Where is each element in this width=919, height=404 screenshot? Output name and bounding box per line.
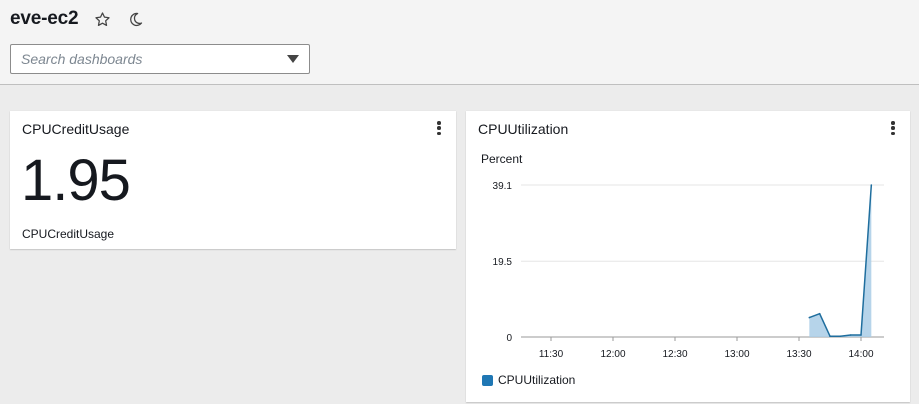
cpu-utilization-chart: 0 19.5 39.1 11:30 12:00 12:30 13:00 13:30 14:00: [493, 181, 884, 360]
legend-label: CPUUtilization: [498, 373, 576, 387]
x-tick-label: 12:30: [662, 349, 687, 360]
cpu-utilization-widget: CPUUtilization Percent 0 19.5 39.1 11:30 12:…: [466, 111, 910, 402]
chart-legend[interactable]: CPUUtilization: [482, 373, 575, 387]
data-point: [849, 334, 852, 336]
dashboard-header: eve-ec2: [0, 0, 919, 85]
data-point: [870, 184, 873, 186]
dashboard-title: eve-ec2: [10, 8, 79, 29]
dashboard-search[interactable]: [10, 44, 310, 74]
data-point: [829, 335, 831, 338]
widget-title: CPUCreditUsage: [22, 121, 130, 137]
data-point: [839, 335, 842, 338]
data-point: [808, 316, 811, 319]
y-tick-label: 19.5: [493, 257, 513, 268]
x-tick-label: 13:30: [786, 349, 811, 360]
chevron-down-icon[interactable]: [287, 55, 299, 63]
metric-label: CPUCreditUsage: [22, 227, 115, 241]
star-icon[interactable]: [94, 11, 111, 28]
moon-icon[interactable]: [127, 11, 144, 28]
x-tick-label: 12:00: [600, 349, 625, 360]
search-input[interactable]: [21, 51, 281, 67]
series-line: [809, 184, 873, 337]
x-tick-label: 14:00: [848, 349, 873, 360]
y-tick-label: 39.1: [493, 181, 513, 192]
title-row: eve-ec2: [10, 8, 144, 30]
x-tick-label: 11:30: [539, 349, 564, 360]
y-tick-label: 0: [506, 333, 512, 344]
data-point: [860, 334, 862, 336]
more-options-icon[interactable]: [436, 121, 442, 135]
data-point: [818, 312, 821, 315]
credit-usage-widget: CPUCreditUsage 1.95 CPUCreditUsage: [10, 111, 456, 249]
x-tick-label: 13:00: [724, 349, 749, 360]
metric-value: 1.95: [21, 148, 131, 213]
legend-swatch: [482, 374, 493, 386]
